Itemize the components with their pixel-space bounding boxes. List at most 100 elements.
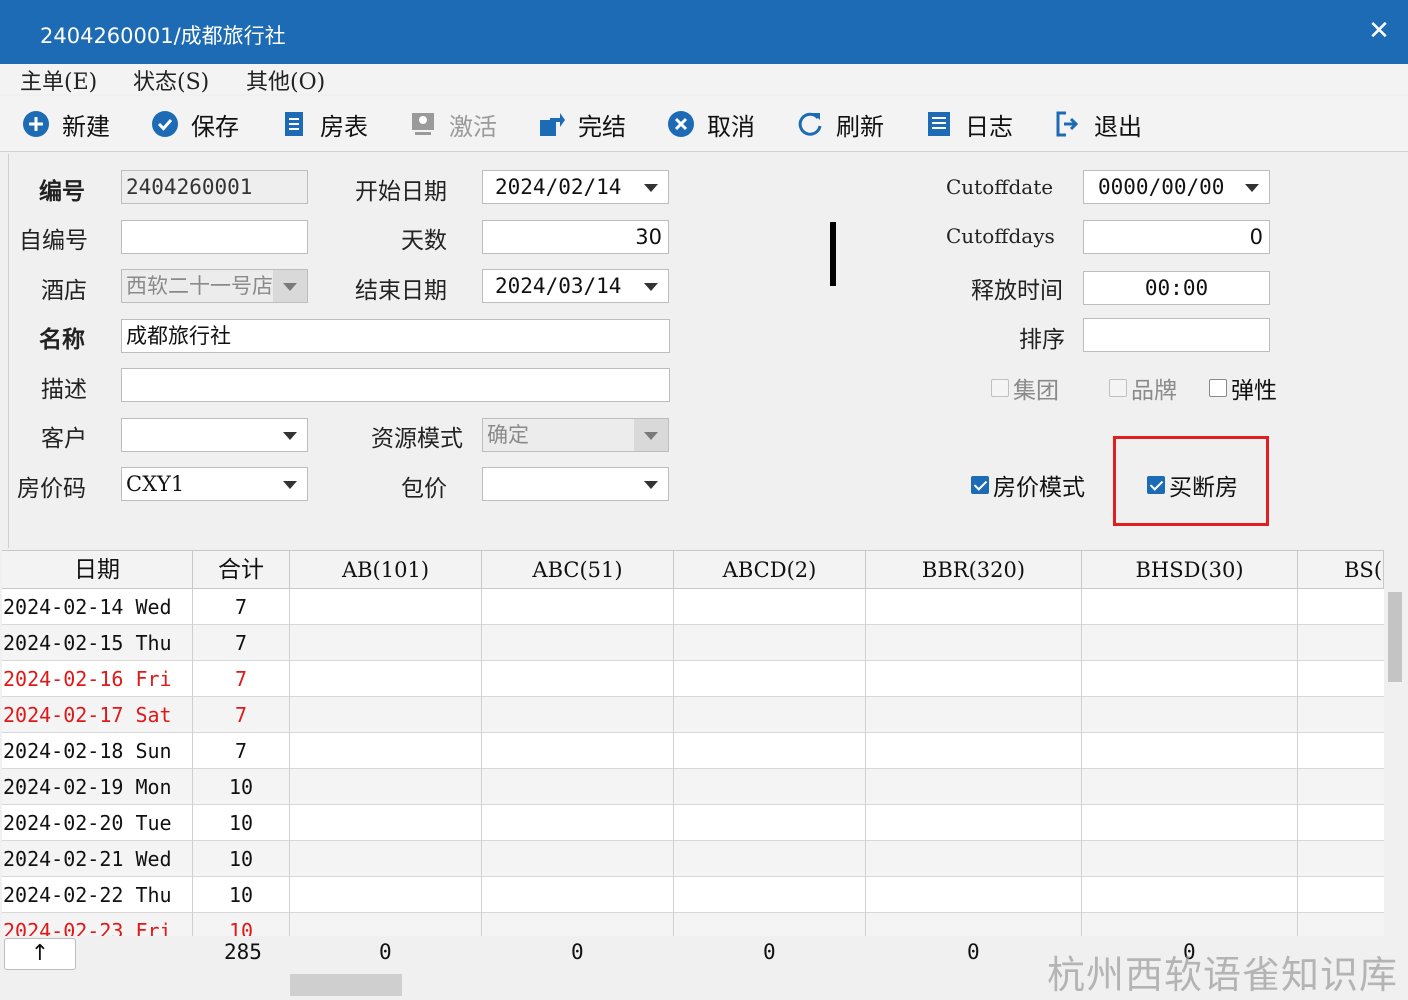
grid-cell[interactable] <box>482 769 674 805</box>
grid-cell[interactable] <box>1082 589 1298 625</box>
activate-button[interactable]: 激活 <box>409 106 497 142</box>
cutoffdays-field[interactable]: 0 <box>1083 220 1270 254</box>
menu-status[interactable]: 状态(S) <box>133 64 209 96</box>
grid-cell[interactable] <box>674 877 866 913</box>
grid-cell[interactable] <box>866 877 1082 913</box>
col-header-room-type[interactable]: BS( <box>1298 551 1384 589</box>
grid-cell[interactable] <box>290 733 482 769</box>
cutoffdate-picker[interactable]: 0000/00/00 <box>1083 170 1270 204</box>
grid-cell[interactable] <box>1082 805 1298 841</box>
customer-select[interactable] <box>121 418 308 452</box>
log-button[interactable]: 日志 <box>925 106 1013 142</box>
grid-cell[interactable] <box>1082 625 1298 661</box>
grid-cell[interactable] <box>290 913 482 936</box>
end-date-picker[interactable]: 2024/03/14 <box>482 269 669 303</box>
close-icon[interactable]: ✕ <box>1364 16 1394 46</box>
table-row[interactable]: 2024-02-18 Sun 7 <box>2 733 1384 769</box>
hotel-select[interactable]: 西软二十一号店 <box>121 269 308 303</box>
sort-field[interactable] <box>1083 318 1270 352</box>
grid-cell[interactable] <box>1082 877 1298 913</box>
scrollbar-thumb[interactable] <box>290 974 402 996</box>
grid-cell[interactable] <box>482 589 674 625</box>
table-row[interactable]: 2024-02-23 Fri 10 <box>2 913 1384 936</box>
menu-main[interactable]: 主单(E) <box>20 64 97 96</box>
table-row[interactable]: 2024-02-19 Mon 10 <box>2 769 1384 805</box>
col-header-room-type[interactable]: BHSD(30) <box>1082 551 1298 589</box>
grid-cell[interactable] <box>1082 841 1298 877</box>
elastic-checkbox[interactable]: 弹性 <box>1209 371 1277 405</box>
grid-cell[interactable] <box>1082 661 1298 697</box>
grid-cell[interactable] <box>482 805 674 841</box>
grid-cell[interactable] <box>674 841 866 877</box>
brand-checkbox[interactable]: 品牌 <box>1109 371 1177 405</box>
grid-vertical-scrollbar[interactable] <box>1384 588 1406 936</box>
code-field[interactable]: 2404260001 <box>121 170 308 204</box>
table-row[interactable]: 2024-02-15 Thu 7 <box>2 625 1384 661</box>
menu-other[interactable]: 其他(O) <box>246 64 325 96</box>
grid-cell[interactable] <box>674 697 866 733</box>
grid-cell[interactable] <box>674 805 866 841</box>
group-checkbox[interactable]: 集团 <box>991 371 1059 405</box>
table-row[interactable]: 2024-02-16 Fri 7 <box>2 661 1384 697</box>
grid-cell[interactable] <box>674 769 866 805</box>
cancel-button[interactable]: 取消 <box>667 106 755 142</box>
self-code-field[interactable] <box>121 220 308 254</box>
grid-cell[interactable] <box>482 877 674 913</box>
col-header-room-type[interactable]: ABCD(2) <box>674 551 866 589</box>
refresh-button[interactable]: 刷新 <box>796 106 884 142</box>
table-row[interactable]: 2024-02-22 Thu 10 <box>2 877 1384 913</box>
grid-cell[interactable] <box>290 625 482 661</box>
package-select[interactable] <box>482 467 669 501</box>
grid-cell[interactable] <box>866 805 1082 841</box>
finish-button[interactable]: 完结 <box>538 106 626 142</box>
grid-cell[interactable] <box>674 661 866 697</box>
scrollbar-thumb[interactable] <box>1388 592 1402 682</box>
release-time-field[interactable]: 00:00 <box>1083 271 1270 305</box>
col-header-total[interactable]: 合计 <box>193 551 290 589</box>
grid-cell[interactable] <box>674 733 866 769</box>
grid-cell[interactable] <box>674 589 866 625</box>
col-header-date[interactable]: 日期 <box>2 551 193 589</box>
grid-cell[interactable] <box>866 625 1082 661</box>
grid-cell[interactable] <box>866 733 1082 769</box>
save-button[interactable]: 保存 <box>151 106 239 142</box>
grid-cell[interactable] <box>866 661 1082 697</box>
grid-cell[interactable] <box>482 841 674 877</box>
name-field[interactable]: 成都旅行社 <box>121 319 670 353</box>
grid-cell[interactable] <box>290 661 482 697</box>
exit-button[interactable]: 退出 <box>1054 106 1142 142</box>
rate-mode-checkbox[interactable]: 房价模式 <box>971 468 1085 502</box>
grid-cell[interactable] <box>674 625 866 661</box>
table-row[interactable]: 2024-02-14 Wed 7 <box>2 589 1384 625</box>
rate-code-select[interactable]: CXY1 <box>121 467 308 501</box>
grid-cell[interactable] <box>866 589 1082 625</box>
grid-cell[interactable] <box>290 841 482 877</box>
grid-cell[interactable] <box>290 805 482 841</box>
grid-cell[interactable] <box>1082 913 1298 936</box>
grid-cell[interactable] <box>866 697 1082 733</box>
col-header-room-type[interactable]: BBR(320) <box>866 551 1082 589</box>
grid-cell[interactable] <box>482 625 674 661</box>
scroll-up-button[interactable]: ↑ <box>4 938 76 970</box>
grid-cell[interactable] <box>866 769 1082 805</box>
new-button[interactable]: 新建 <box>22 106 110 142</box>
grid-cell[interactable] <box>866 913 1082 936</box>
desc-field[interactable] <box>121 368 670 402</box>
start-date-picker[interactable]: 2024/02/14 <box>482 170 669 204</box>
grid-cell[interactable] <box>290 769 482 805</box>
grid-cell[interactable] <box>1082 769 1298 805</box>
table-row[interactable]: 2024-02-21 Wed 10 <box>2 841 1384 877</box>
col-header-room-type[interactable]: AB(101) <box>290 551 482 589</box>
days-field[interactable]: 30 <box>482 220 669 254</box>
grid-cell[interactable] <box>866 841 1082 877</box>
grid-cell[interactable] <box>482 733 674 769</box>
grid-cell[interactable] <box>482 913 674 936</box>
grid-cell[interactable] <box>1082 733 1298 769</box>
grid-cell[interactable] <box>1082 697 1298 733</box>
grid-cell[interactable] <box>290 877 482 913</box>
grid-cell[interactable] <box>290 697 482 733</box>
grid-cell[interactable] <box>674 913 866 936</box>
grid-cell[interactable] <box>290 589 482 625</box>
resource-mode-select[interactable]: 确定 <box>482 418 669 452</box>
table-row[interactable]: 2024-02-20 Tue 10 <box>2 805 1384 841</box>
